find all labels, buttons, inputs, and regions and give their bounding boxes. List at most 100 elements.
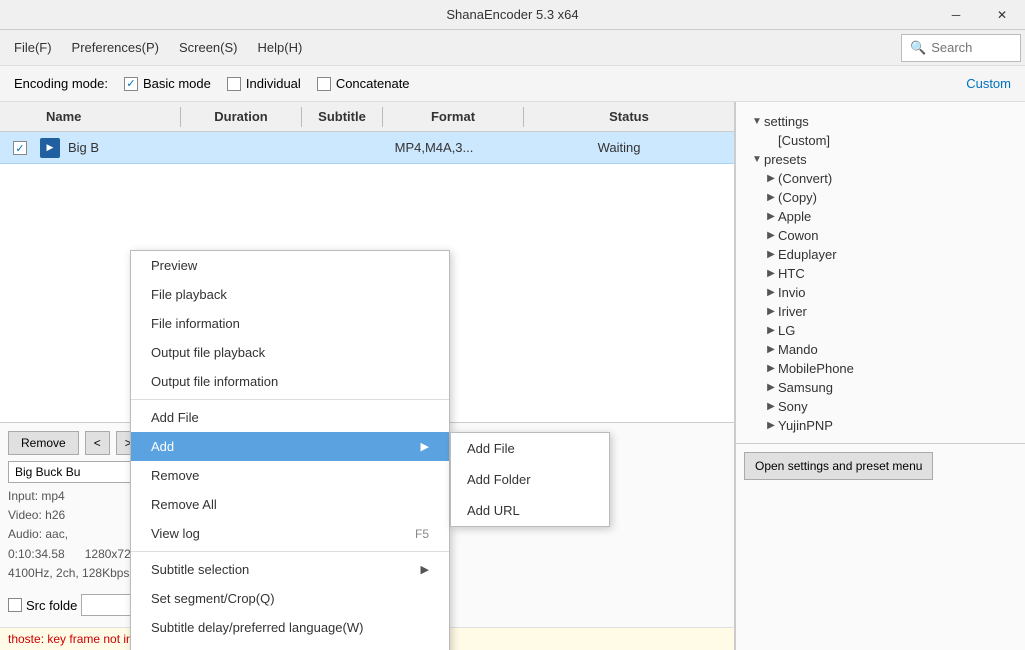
ctx-subtitle-selection[interactable]: Subtitle selection ▶ [131, 555, 449, 584]
menu-screen[interactable]: Screen(S) [169, 34, 248, 61]
tree-apple[interactable]: ▶ Apple [744, 207, 1017, 226]
tree-copy[interactable]: ▶ (Copy) [744, 188, 1017, 207]
sub-add-file[interactable]: Add File [451, 433, 609, 464]
open-settings-button[interactable]: Open settings and preset menu [744, 452, 933, 480]
tree-convert[interactable]: ▶ (Convert) [744, 169, 1017, 188]
concatenate-radio[interactable] [317, 77, 331, 91]
tree-custom[interactable]: [Custom] [744, 131, 1017, 150]
convert-label: (Convert) [778, 171, 832, 186]
tree-yujinpnp[interactable]: ▶ YujinPNP [744, 416, 1017, 435]
row-format: MP4,M4A,3... [364, 140, 504, 155]
search-input[interactable] [931, 40, 1011, 55]
tree-samsung[interactable]: ▶ Samsung [744, 378, 1017, 397]
menu-file[interactable]: File(F) [4, 34, 62, 61]
ctx-add-arrow: ▶ [421, 440, 429, 453]
sony-arrow: ▶ [764, 401, 778, 412]
individual-option[interactable]: Individual [227, 76, 301, 91]
th-duration: Duration [181, 109, 301, 124]
apple-arrow: ▶ [764, 211, 778, 222]
copy-arrow: ▶ [764, 192, 778, 203]
presets-arrow: ▼ [750, 154, 764, 165]
invio-arrow: ▶ [764, 287, 778, 298]
samsung-label: Samsung [778, 380, 833, 395]
ctx-view-log-shortcut: F5 [415, 527, 429, 541]
tree-settings[interactable]: ▼ settings [744, 112, 1017, 131]
individual-radio[interactable] [227, 77, 241, 91]
file-icon: ▶ [40, 138, 64, 158]
ctx-file-information[interactable]: File information [131, 309, 449, 338]
ctx-output-playback[interactable]: Output file playback [131, 338, 449, 367]
sony-label: Sony [778, 399, 808, 414]
htc-arrow: ▶ [764, 268, 778, 279]
filename-input[interactable] [8, 461, 138, 483]
yujinpnp-arrow: ▶ [764, 420, 778, 431]
ctx-subtitle-arrow: ▶ [421, 563, 429, 576]
row-name: Big B [64, 140, 164, 155]
concatenate-option[interactable]: Concatenate [317, 76, 410, 91]
invio-label: Invio [778, 285, 805, 300]
samsung-arrow: ▶ [764, 382, 778, 393]
sub-add-folder[interactable]: Add Folder [451, 464, 609, 495]
ctx-remove-all[interactable]: Remove All [131, 490, 449, 519]
ctx-view-log[interactable]: View log F5 [131, 519, 449, 548]
submenu: Add File Add Folder Add URL [450, 432, 610, 527]
custom-link[interactable]: Custom [966, 76, 1011, 91]
ctx-add[interactable]: Add ▶ [131, 432, 449, 461]
ctx-set-segment[interactable]: Set segment/Crop(Q) [131, 584, 449, 613]
tree-invio[interactable]: ▶ Invio [744, 283, 1017, 302]
tree-presets[interactable]: ▼ presets [744, 150, 1017, 169]
row-checkbox[interactable]: ✓ [0, 140, 40, 156]
tree-iriver[interactable]: ▶ Iriver [744, 302, 1017, 321]
tree-container: ▼ settings [Custom] ▼ presets ▶ (Convert… [736, 108, 1025, 443]
context-menu: Preview File playback File information O… [130, 250, 450, 650]
settings-label: settings [764, 114, 809, 129]
yujinpnp-label: YujinPNP [778, 418, 833, 433]
title-bar: ShanaEncoder 5.3 x64 ─ ✕ [0, 0, 1025, 30]
table-header: Name Duration Subtitle Format Status [0, 102, 734, 132]
presets-label: presets [764, 152, 807, 167]
tree-lg[interactable]: ▶ LG [744, 321, 1017, 340]
copy-label: (Copy) [778, 190, 817, 205]
remove-button[interactable]: Remove [8, 431, 79, 455]
tree-mando[interactable]: ▶ Mando [744, 340, 1017, 359]
iriver-arrow: ▶ [764, 306, 778, 317]
sub-add-url[interactable]: Add URL [451, 495, 609, 526]
close-button[interactable]: ✕ [979, 0, 1025, 30]
th-format: Format [383, 109, 523, 124]
ctx-subtitle-delay[interactable]: Subtitle delay/preferred language(W) [131, 613, 449, 642]
row-status: Waiting [504, 140, 734, 155]
minimize-button[interactable]: ─ [933, 0, 979, 30]
basic-mode-checkbox[interactable]: ✓ [124, 77, 138, 91]
search-box[interactable]: 🔍 [901, 34, 1021, 62]
menu-help[interactable]: Help(H) [248, 34, 313, 61]
basic-mode-label: Basic mode [143, 76, 211, 91]
th-name: Name [40, 109, 180, 124]
ctx-add-file[interactable]: Add File [131, 403, 449, 432]
tree-eduplayer[interactable]: ▶ Eduplayer [744, 245, 1017, 264]
tree-mobilephone[interactable]: ▶ MobilePhone [744, 359, 1017, 378]
htc-label: HTC [778, 266, 805, 281]
tree-htc[interactable]: ▶ HTC [744, 264, 1017, 283]
menu-preferences[interactable]: Preferences(P) [62, 34, 169, 61]
ctx-file-playback[interactable]: File playback [131, 280, 449, 309]
tree-sony[interactable]: ▶ Sony [744, 397, 1017, 416]
search-icon: 🔍 [910, 40, 926, 56]
ctx-video-audio[interactable]: Video/Audio stream selection(E) [131, 642, 449, 650]
arrow-left-button[interactable]: < [85, 431, 110, 455]
mando-label: Mando [778, 342, 818, 357]
settings-arrow: ▼ [750, 116, 764, 127]
concatenate-label: Concatenate [336, 76, 410, 91]
window-title: ShanaEncoder 5.3 x64 [446, 7, 578, 22]
ctx-output-info[interactable]: Output file information [131, 367, 449, 396]
ctx-remove[interactable]: Remove [131, 461, 449, 490]
src-folder-checkbox[interactable] [8, 598, 22, 612]
info-duration: 0:10:34.58 [8, 545, 65, 564]
video-file-icon: ▶ [40, 138, 60, 158]
basic-mode-option[interactable]: ✓ Basic mode [124, 76, 211, 91]
settings-button-area: Open settings and preset menu [736, 443, 1025, 488]
tree-cowon[interactable]: ▶ Cowon [744, 226, 1017, 245]
mobilephone-label: MobilePhone [778, 361, 854, 376]
th-status: Status [524, 109, 734, 124]
ctx-preview[interactable]: Preview [131, 251, 449, 280]
table-row[interactable]: ✓ ▶ Big B MP4,M4A,3... Waiting [0, 132, 734, 164]
